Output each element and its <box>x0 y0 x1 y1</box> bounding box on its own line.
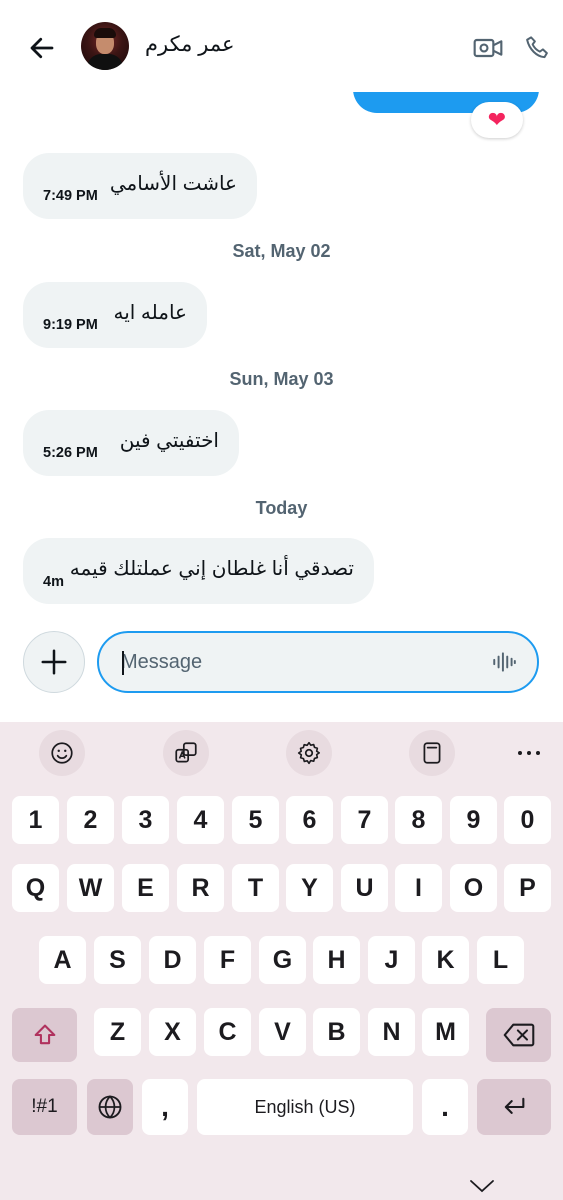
more-dots-icon <box>518 751 540 755</box>
incoming-message-bubble[interactable]: عامله ايه 9:19 PM <box>23 282 207 348</box>
key-e[interactable]: E <box>122 864 169 912</box>
settings-button[interactable] <box>286 730 332 776</box>
key-k[interactable]: K <box>422 936 469 984</box>
keyboard-toolbar <box>0 722 563 788</box>
avatar-body <box>87 54 123 70</box>
plus-icon <box>41 649 67 675</box>
message-input[interactable] <box>121 633 471 691</box>
key-w[interactable]: W <box>67 864 114 912</box>
key-5[interactable]: 5 <box>232 796 279 844</box>
add-attachment-button[interactable] <box>23 631 85 693</box>
message-text: عامله ايه <box>113 302 188 324</box>
shift-arrow-icon <box>34 1024 55 1045</box>
shift-key[interactable] <box>12 1008 77 1062</box>
key-i[interactable]: I <box>395 864 442 912</box>
key-r[interactable]: R <box>177 864 224 912</box>
key-8[interactable]: 8 <box>395 796 442 844</box>
emoji-icon <box>51 742 73 764</box>
message-composer <box>97 631 539 693</box>
clipboard-icon <box>423 742 441 764</box>
key-s[interactable]: S <box>94 936 141 984</box>
key-p[interactable]: P <box>504 864 551 912</box>
key-n[interactable]: N <box>368 1008 415 1056</box>
heart-reaction[interactable]: ❤ <box>471 102 523 138</box>
key-1[interactable]: 1 <box>12 796 59 844</box>
backspace-icon <box>503 1023 534 1047</box>
key-g[interactable]: G <box>259 936 306 984</box>
message-text: اختفيتي فين <box>119 430 219 452</box>
key-3[interactable]: 3 <box>122 796 169 844</box>
date-separator: Today <box>255 498 308 518</box>
key-b[interactable]: B <box>313 1008 360 1056</box>
clipboard-button[interactable] <box>409 730 455 776</box>
key-0[interactable]: 0 <box>504 796 551 844</box>
incoming-message-bubble[interactable]: تصدقي أنا غلطان إني عملتلك قيمه 4m <box>23 538 374 604</box>
back-button[interactable] <box>22 28 62 68</box>
key-a[interactable]: A <box>39 936 86 984</box>
video-call-button[interactable] <box>468 28 508 68</box>
key-m[interactable]: M <box>422 1008 469 1056</box>
heart-icon: ❤ <box>487 107 507 132</box>
key-4[interactable]: 4 <box>177 796 224 844</box>
voice-call-button[interactable] <box>518 28 558 68</box>
enter-key[interactable] <box>477 1079 551 1135</box>
more-options-button[interactable] <box>506 730 552 776</box>
comma-key[interactable]: , <box>142 1079 188 1135</box>
symbols-key[interactable]: !#1 <box>12 1079 77 1135</box>
space-key[interactable]: English (US) <box>197 1079 413 1135</box>
period-key[interactable]: . <box>422 1079 468 1135</box>
key-6[interactable]: 6 <box>286 796 333 844</box>
message-text: عاشت الأسامي <box>109 173 237 195</box>
backspace-key[interactable] <box>486 1008 551 1062</box>
avatar-hair <box>94 28 116 38</box>
message-timestamp: 5:26 PM <box>43 445 98 461</box>
emoji-button[interactable] <box>39 730 85 776</box>
voice-message-button[interactable] <box>489 647 519 677</box>
key-o[interactable]: O <box>450 864 497 912</box>
contact-avatar[interactable] <box>81 22 129 70</box>
key-y[interactable]: Y <box>286 864 333 912</box>
key-x[interactable]: X <box>149 1008 196 1056</box>
language-key[interactable] <box>87 1079 133 1135</box>
date-separator: Sun, May 03 <box>229 369 334 389</box>
message-timestamp: 4m <box>43 574 64 590</box>
back-arrow-icon <box>30 37 54 59</box>
incoming-message-bubble[interactable]: عاشت الأسامي 7:49 PM <box>23 153 257 219</box>
key-l[interactable]: L <box>477 936 524 984</box>
key-v[interactable]: V <box>259 1008 306 1056</box>
on-screen-keyboard: 1 2 3 4 5 6 7 8 9 0 Q W E R T Y U I O P … <box>0 722 563 1200</box>
voice-waveform-icon <box>493 652 516 672</box>
translate-icon <box>175 742 197 763</box>
message-timestamp: 9:19 PM <box>43 317 98 333</box>
key-d[interactable]: D <box>149 936 196 984</box>
message-text: تصدقي أنا غلطان إني عملتلك قيمه <box>69 558 354 580</box>
chevron-down-icon <box>470 1180 494 1193</box>
key-z[interactable]: Z <box>94 1008 141 1056</box>
phone-icon <box>526 36 548 59</box>
key-u[interactable]: U <box>341 864 388 912</box>
video-camera-icon <box>473 38 503 58</box>
incoming-message-bubble[interactable]: اختفيتي فين 5:26 PM <box>23 410 239 476</box>
key-2[interactable]: 2 <box>67 796 114 844</box>
message-timestamp: 7:49 PM <box>43 188 98 204</box>
contact-name[interactable]: عمر مكرم <box>145 32 235 57</box>
gear-icon <box>297 741 320 765</box>
globe-icon <box>98 1095 122 1119</box>
key-f[interactable]: F <box>204 936 251 984</box>
key-9[interactable]: 9 <box>450 796 497 844</box>
date-separator: Sat, May 02 <box>232 241 331 261</box>
key-t[interactable]: T <box>232 864 279 912</box>
key-h[interactable]: H <box>313 936 360 984</box>
enter-arrow-icon <box>504 1097 525 1114</box>
translate-button[interactable] <box>163 730 209 776</box>
text-caret <box>122 651 124 675</box>
key-j[interactable]: J <box>368 936 415 984</box>
key-q[interactable]: Q <box>12 864 59 912</box>
key-7[interactable]: 7 <box>341 796 388 844</box>
hide-keyboard-button[interactable] <box>467 1176 497 1196</box>
conversation-header: عمر مكرم <box>0 0 563 92</box>
key-c[interactable]: C <box>204 1008 251 1056</box>
